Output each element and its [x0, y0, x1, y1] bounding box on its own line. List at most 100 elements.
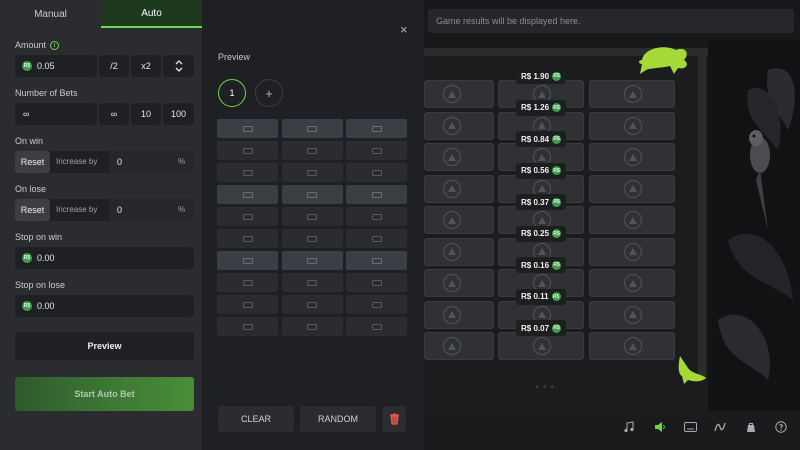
chest-icon [307, 235, 317, 242]
game-tile[interactable] [424, 300, 494, 329]
preview-cell[interactable] [281, 207, 343, 226]
on-win-reset-button[interactable]: Reset [15, 151, 50, 173]
game-tile[interactable] [589, 300, 675, 329]
stop-lose-input[interactable]: R$ 0.00 [15, 295, 194, 317]
amount-input[interactable]: R$ 0.05 [15, 55, 97, 77]
coin-icon: R$ [552, 71, 562, 81]
game-tile[interactable] [424, 80, 494, 108]
start-auto-bet-button[interactable]: Start Auto Bet [15, 377, 194, 411]
bag-icon[interactable] [744, 420, 758, 434]
tab-manual[interactable]: Manual [0, 0, 101, 28]
preview-cell[interactable] [281, 141, 343, 160]
tile-symbol-icon [443, 337, 461, 355]
bets-100-button[interactable]: 100 [163, 103, 194, 125]
preview-button[interactable]: Preview [15, 332, 194, 360]
coin-icon: R$ [552, 103, 562, 112]
preview-cell[interactable] [217, 141, 278, 160]
keyboard-icon[interactable] [683, 420, 697, 434]
chest-icon [242, 323, 253, 330]
bets-10-button[interactable]: 10 [131, 103, 161, 125]
sound-icon[interactable] [653, 420, 667, 434]
clear-button[interactable]: CLEAR [218, 406, 294, 432]
fairness-icon[interactable] [713, 420, 727, 434]
preview-cell[interactable] [346, 251, 407, 270]
preview-cell[interactable] [281, 229, 343, 248]
help-icon[interactable] [774, 420, 788, 434]
bets-input[interactable]: ∞ [15, 103, 97, 125]
preview-cell[interactable] [346, 295, 407, 314]
preview-cell[interactable] [217, 317, 278, 336]
tile-symbol-icon [443, 274, 461, 292]
tile-symbol-icon [443, 85, 461, 103]
tile-symbol-icon [624, 337, 642, 355]
preview-cell[interactable] [217, 163, 278, 182]
game-tile[interactable] [424, 206, 494, 234]
lizard-icon [678, 356, 706, 384]
preview-cell[interactable] [281, 273, 343, 292]
game-tile[interactable] [498, 332, 584, 360]
amount-label-row: Amount i [15, 40, 60, 50]
preview-cell[interactable] [217, 185, 278, 204]
double-button[interactable]: x2 [131, 55, 161, 77]
game-tile[interactable] [424, 237, 494, 266]
tile-symbol-icon [443, 148, 461, 166]
half-button[interactable]: /2 [99, 55, 129, 77]
round-1-button[interactable]: 1 [218, 79, 246, 107]
preview-cell[interactable] [281, 119, 343, 138]
game-tile[interactable] [589, 206, 675, 234]
game-tile[interactable] [589, 174, 675, 203]
preview-cell[interactable] [217, 251, 278, 270]
game-tile[interactable] [589, 237, 675, 266]
chest-icon [307, 191, 317, 198]
preview-cell[interactable] [346, 273, 407, 292]
preview-cell[interactable] [217, 229, 278, 248]
preview-cell[interactable] [346, 119, 407, 138]
multiplier-label: R$ 0.16 R$ [516, 257, 567, 273]
trash-button[interactable] [382, 406, 406, 432]
preview-cell[interactable] [346, 207, 407, 226]
add-round-button[interactable]: + [255, 79, 283, 107]
preview-cell[interactable] [346, 163, 407, 182]
game-tile[interactable] [424, 174, 494, 203]
preview-panel: × Preview 1 + CLEAR RANDOM [202, 0, 424, 450]
on-lose-reset-button[interactable]: Reset [15, 199, 50, 221]
game-tile[interactable] [589, 332, 675, 360]
bets-infinite-button[interactable]: ∞ [99, 103, 129, 125]
game-tile[interactable] [589, 269, 675, 297]
music-icon[interactable] [622, 420, 636, 434]
tab-auto[interactable]: Auto [101, 0, 202, 28]
amount-stepper[interactable] [163, 55, 194, 77]
multiplier-label: R$ 0.07 R$ [516, 320, 567, 336]
preview-cell[interactable] [346, 185, 407, 204]
game-tile[interactable] [589, 111, 675, 140]
game-tile[interactable] [424, 111, 494, 140]
chest-icon [371, 213, 382, 220]
preview-cell[interactable] [217, 119, 278, 138]
game-tile[interactable] [589, 143, 675, 171]
random-button[interactable]: RANDOM [300, 406, 376, 432]
chest-icon [307, 279, 317, 286]
preview-cell[interactable] [217, 207, 278, 226]
preview-cell[interactable] [346, 317, 407, 336]
preview-cell[interactable] [281, 251, 343, 270]
on-lose-label: On lose [15, 184, 47, 194]
preview-cell[interactable] [217, 273, 278, 292]
preview-cell[interactable] [281, 295, 343, 314]
preview-cell[interactable] [346, 229, 407, 248]
preview-cell[interactable] [217, 295, 278, 314]
stop-lose-value: 0.00 [37, 301, 55, 311]
preview-cell[interactable] [281, 185, 343, 204]
preview-cell[interactable] [281, 163, 343, 182]
game-tile[interactable] [424, 143, 494, 171]
stop-win-input[interactable]: R$ 0.00 [15, 247, 194, 269]
preview-cell[interactable] [281, 317, 343, 336]
info-icon[interactable]: i [50, 40, 60, 50]
chest-icon [242, 213, 253, 220]
tile-symbol-icon [443, 211, 461, 229]
close-icon[interactable]: × [400, 22, 408, 37]
game-tile[interactable] [424, 332, 494, 360]
game-tile[interactable] [589, 80, 675, 108]
game-tile[interactable] [424, 269, 494, 297]
tile-symbol-icon [624, 305, 642, 324]
preview-cell[interactable] [346, 141, 407, 160]
